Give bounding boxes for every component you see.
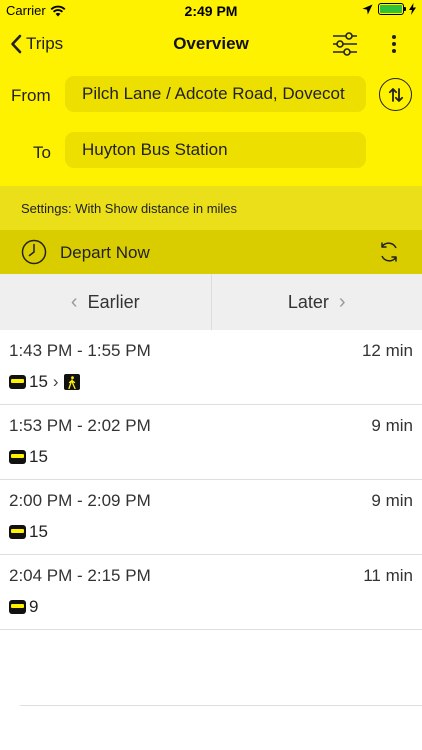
chevron-left-icon: ‹: [70, 290, 78, 313]
depart-label: Depart Now: [60, 243, 150, 262]
battery-icon: [378, 3, 406, 15]
status-bar: Carrier 2:49 PM: [0, 0, 422, 22]
navigation-bar: Trips Overview: [0, 22, 422, 66]
trip-legs: 15: [9, 522, 48, 542]
trip-duration: 9 min: [371, 491, 413, 510]
clock-icon: [21, 239, 47, 265]
route-number: 15: [29, 447, 48, 466]
time-navigation: ‹ Earlier Later ›: [0, 274, 422, 330]
later-button[interactable]: Later ›: [212, 274, 422, 330]
trip-legs: 9: [9, 597, 38, 617]
trip-row[interactable]: 1:43 PM - 1:55 PM 12 min 15 ›: [0, 330, 422, 405]
trip-time: 1:43 PM - 1:55 PM: [9, 341, 151, 360]
page-title: Overview: [173, 34, 249, 53]
settings-text: Settings: With Show distance in miles: [21, 200, 238, 216]
chevron-right-icon: ›: [52, 372, 59, 391]
swap-icon: [388, 87, 403, 102]
trip-legs: 15: [9, 447, 48, 467]
bus-icon: [9, 450, 26, 464]
settings-summary[interactable]: Settings: With Show distance in miles: [0, 186, 422, 230]
filter-sliders-icon[interactable]: [332, 31, 358, 57]
to-field[interactable]: Huyton Bus Station: [65, 132, 366, 168]
trip-list: 1:43 PM - 1:55 PM 12 min 15 › 1:53 PM - …: [0, 330, 422, 630]
route-number: 15: [29, 372, 48, 391]
from-label: From: [11, 86, 51, 105]
trip-time: 2:00 PM - 2:09 PM: [9, 491, 151, 510]
bus-icon: [9, 375, 26, 389]
status-time: 2:49 PM: [184, 3, 238, 19]
refresh-icon[interactable]: [376, 239, 402, 265]
trip-duration: 12 min: [361, 341, 413, 360]
later-label: Later: [287, 291, 329, 312]
earlier-label: Earlier: [87, 291, 140, 312]
more-vertical-icon[interactable]: [384, 31, 404, 57]
swap-button[interactable]: [379, 78, 412, 111]
trip-time: 2:04 PM - 2:15 PM: [9, 566, 151, 585]
location-panel: From Pilch Lane / Adcote Road, Dovecot T…: [0, 66, 422, 186]
trip-legs: 15 ›: [9, 372, 80, 392]
from-field[interactable]: Pilch Lane / Adcote Road, Dovecot: [65, 76, 366, 112]
route-number: 9: [29, 597, 39, 616]
trip-time: 1:53 PM - 2:02 PM: [9, 416, 151, 435]
chevron-right-icon: ›: [338, 290, 346, 313]
status-right: [362, 3, 416, 15]
bus-icon: [9, 525, 26, 539]
bus-icon: [9, 600, 26, 614]
trip-row[interactable]: 2:00 PM - 2:09 PM 9 min 15: [0, 480, 422, 555]
list-divider: [20, 705, 422, 706]
location-arrow-icon: [362, 4, 373, 14]
walk-icon: [63, 374, 80, 390]
trip-duration: 9 min: [371, 416, 413, 435]
depart-time-row[interactable]: Depart Now: [0, 230, 422, 274]
charging-icon: [409, 3, 416, 15]
route-number: 15: [29, 522, 48, 541]
trip-duration: 11 min: [363, 566, 413, 585]
earlier-button[interactable]: ‹ Earlier: [0, 274, 212, 330]
to-label: To: [33, 143, 51, 162]
trip-row[interactable]: 2:04 PM - 2:15 PM 11 min 9: [0, 555, 422, 630]
trip-row[interactable]: 1:53 PM - 2:02 PM 9 min 15: [0, 405, 422, 480]
